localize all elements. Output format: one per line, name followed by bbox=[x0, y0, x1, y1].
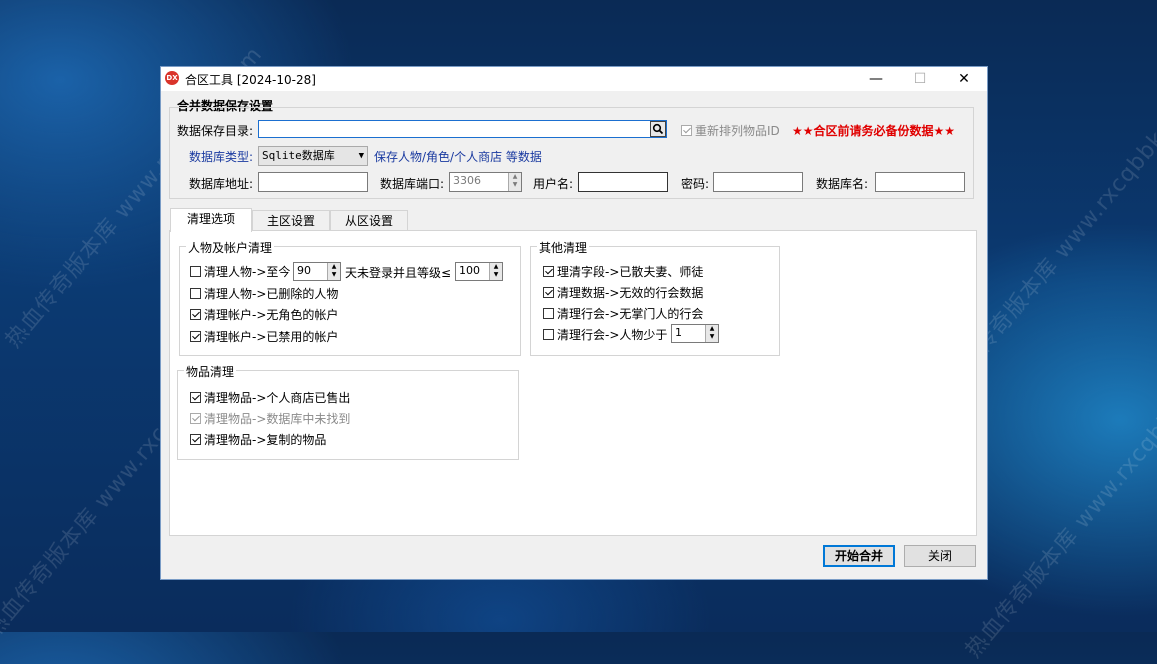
clean-duplicate-items-checkbox[interactable] bbox=[190, 433, 201, 445]
password-label: 密码: bbox=[681, 177, 710, 191]
max-level-spinner[interactable]: ▲ ▼ bbox=[489, 263, 502, 280]
inactive-level-label: 天未登录并且等级≤ bbox=[345, 266, 452, 280]
db-port-value: 3306 bbox=[453, 174, 481, 187]
browse-button[interactable] bbox=[650, 121, 666, 137]
inactive-days-spinner[interactable]: ▲ ▼ bbox=[327, 263, 340, 280]
clean-missing-items-checkbox[interactable] bbox=[190, 412, 201, 424]
cleanup-panel: 人物及帐户清理 清理人物->至今 90 ▲ ▼ 天未登录并且等级≤ 100 ▲ ▼ … bbox=[169, 230, 977, 536]
cleanup-deleted-row[interactable]: 清理人物->已删除的人物 bbox=[190, 284, 338, 302]
minimize-button[interactable]: — bbox=[853, 67, 899, 91]
db-port-label: 数据库端口: bbox=[380, 177, 445, 191]
db-port-input[interactable]: 3306 ▲ ▼ bbox=[449, 172, 522, 192]
app-icon: DX bbox=[165, 71, 179, 85]
clean-sold-items-checkbox[interactable] bbox=[190, 391, 201, 403]
clear-small-guild-row[interactable]: 清理行会->人物少于 bbox=[543, 325, 667, 343]
db-type-value: Sqlite数据库 bbox=[262, 149, 335, 162]
maximize-button[interactable]: ☐ bbox=[897, 67, 943, 91]
other-cleanup-group: 其他清理 理清字段->已散夫妻、师徒 清理数据->无效的行会数据 清理行会->无… bbox=[530, 239, 780, 356]
char-cleanup-title: 人物及帐户清理 bbox=[186, 239, 275, 256]
tab-cleanup[interactable]: 清理选项 bbox=[170, 208, 252, 232]
db-type-note: 保存人物/角色/个人商店 等数据 bbox=[374, 150, 542, 164]
db-address-label: 数据库地址: bbox=[189, 177, 254, 191]
db-name-label: 数据库名: bbox=[816, 177, 869, 191]
inactive-days-input[interactable]: 90 ▲ ▼ bbox=[293, 262, 341, 281]
clear-leaderless-guild-checkbox[interactable] bbox=[543, 307, 554, 319]
min-members-spinner[interactable]: ▲ ▼ bbox=[705, 325, 718, 342]
cleanup-banned-label: 清理帐户->已禁用的帐户 bbox=[204, 329, 339, 344]
inactive-days-value: 90 bbox=[297, 264, 311, 277]
item-cleanup-title: 物品清理 bbox=[184, 363, 237, 380]
db-port-spinner[interactable]: ▲ ▼ bbox=[508, 173, 521, 191]
clean-sold-items-row[interactable]: 清理物品->个人商店已售出 bbox=[190, 388, 350, 406]
clear-small-guild-checkbox[interactable] bbox=[543, 328, 554, 340]
cleanup-deleted-checkbox[interactable] bbox=[190, 287, 201, 299]
clear-marriage-checkbox[interactable] bbox=[543, 265, 554, 277]
clear-guild-data-row[interactable]: 清理数据->无效的行会数据 bbox=[543, 283, 703, 301]
reorder-checkbox[interactable] bbox=[681, 124, 692, 136]
title-bar: DX 合区工具 [2024-10-28] — ☐ ✕ bbox=[161, 67, 987, 91]
dir-label: 数据保存目录: bbox=[177, 124, 254, 138]
cleanup-inactive-checkbox[interactable] bbox=[190, 265, 201, 277]
cleanup-banned-row[interactable]: 清理帐户->已禁用的帐户 bbox=[190, 327, 338, 345]
other-cleanup-title: 其他清理 bbox=[537, 239, 590, 256]
db-address-input[interactable] bbox=[258, 172, 368, 192]
min-members-input[interactable]: 1 ▲ ▼ bbox=[671, 324, 719, 343]
clean-duplicate-items-label: 清理物品->复制的物品 bbox=[204, 432, 327, 447]
cleanup-no-role-label: 清理帐户->无角色的帐户 bbox=[204, 307, 339, 322]
tab-sub-server[interactable]: 从区设置 bbox=[330, 210, 408, 231]
cleanup-no-role-row[interactable]: 清理帐户->无角色的帐户 bbox=[190, 305, 338, 323]
min-members-value: 1 bbox=[675, 326, 682, 339]
reorder-label: 重新排列物品ID bbox=[695, 123, 780, 138]
clean-duplicate-items-row[interactable]: 清理物品->复制的物品 bbox=[190, 430, 326, 448]
cleanup-inactive-row[interactable]: 清理人物->至今 bbox=[190, 262, 290, 280]
clear-guild-data-checkbox[interactable] bbox=[543, 286, 554, 298]
clear-guild-data-label: 清理数据->无效的行会数据 bbox=[557, 285, 704, 300]
main-window: DX 合区工具 [2024-10-28] — ☐ ✕ 合并数据保存设置 数据保存… bbox=[160, 66, 988, 580]
close-button[interactable]: 关闭 bbox=[904, 545, 976, 567]
tab-main-server[interactable]: 主区设置 bbox=[252, 210, 330, 231]
chevron-down-icon: ▼ bbox=[358, 151, 364, 161]
username-input[interactable] bbox=[578, 172, 668, 192]
cleanup-banned-checkbox[interactable] bbox=[190, 330, 201, 342]
max-level-input[interactable]: 100 ▲ ▼ bbox=[455, 262, 503, 281]
clear-marriage-label: 理清字段->已散夫妻、师徒 bbox=[557, 264, 704, 279]
password-input[interactable] bbox=[713, 172, 803, 192]
max-level-value: 100 bbox=[459, 264, 480, 277]
db-name-input[interactable] bbox=[875, 172, 965, 192]
db-type-select[interactable]: Sqlite数据库 ▼ bbox=[258, 146, 368, 166]
cleanup-inactive-label: 清理人物->至今 bbox=[204, 264, 291, 279]
clean-missing-items-row[interactable]: 清理物品->数据库中未找到 bbox=[190, 409, 350, 427]
item-cleanup-group: 物品清理 清理物品->个人商店已售出 清理物品->数据库中未找到 清理物品->复… bbox=[177, 363, 519, 460]
clear-small-guild-label: 清理行会->人物少于 bbox=[557, 327, 668, 342]
clean-missing-items-label: 清理物品->数据库中未找到 bbox=[204, 411, 351, 426]
reorder-checkbox-row[interactable]: 重新排列物品ID bbox=[681, 121, 780, 139]
start-merge-button[interactable]: 开始合并 bbox=[823, 545, 895, 567]
clear-leaderless-guild-label: 清理行会->无掌门人的行会 bbox=[557, 306, 704, 321]
db-type-label: 数据库类型: bbox=[189, 150, 254, 164]
clean-sold-items-label: 清理物品->个人商店已售出 bbox=[204, 390, 351, 405]
cleanup-deleted-label: 清理人物->已删除的人物 bbox=[204, 286, 339, 301]
dir-input[interactable] bbox=[258, 120, 667, 138]
window-title: 合区工具 [2024-10-28] bbox=[185, 73, 316, 87]
search-icon bbox=[652, 123, 664, 135]
clear-marriage-row[interactable]: 理清字段->已散夫妻、师徒 bbox=[543, 262, 703, 280]
close-window-button[interactable]: ✕ bbox=[941, 67, 987, 91]
username-label: 用户名: bbox=[533, 177, 574, 191]
cleanup-no-role-checkbox[interactable] bbox=[190, 308, 201, 320]
char-cleanup-group: 人物及帐户清理 清理人物->至今 90 ▲ ▼ 天未登录并且等级≤ 100 ▲ ▼ … bbox=[179, 239, 521, 356]
clear-leaderless-guild-row[interactable]: 清理行会->无掌门人的行会 bbox=[543, 304, 703, 322]
backup-warning: ★★合区前请务必备份数据★★ bbox=[792, 124, 956, 138]
